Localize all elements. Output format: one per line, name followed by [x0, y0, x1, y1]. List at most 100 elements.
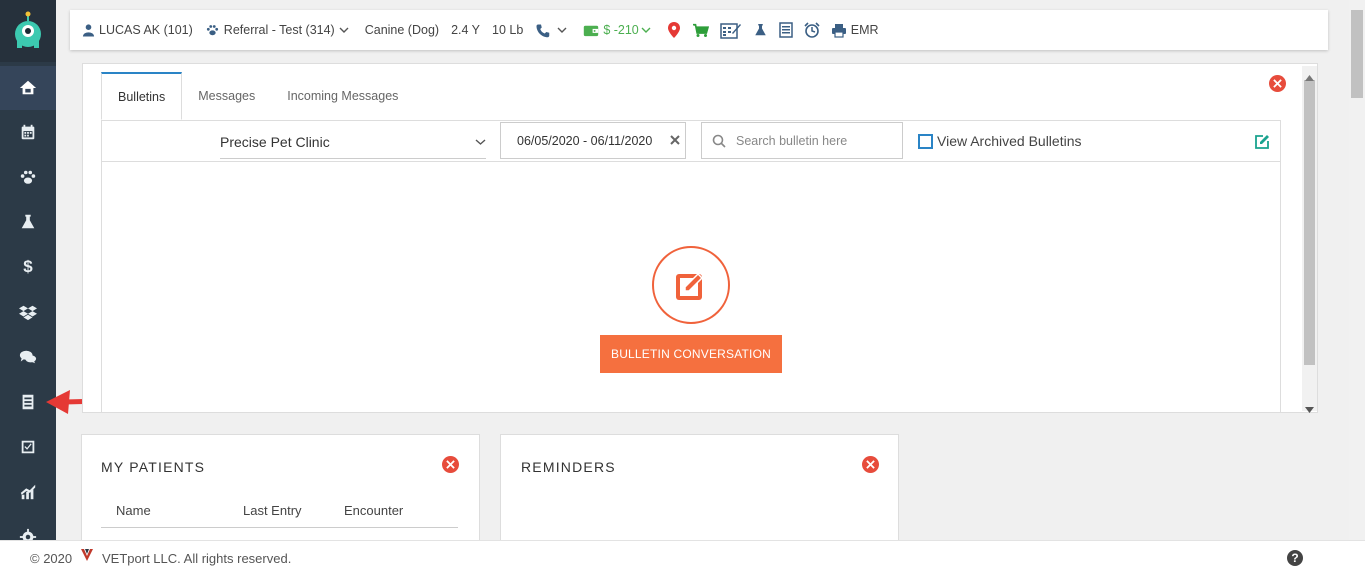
- help-icon[interactable]: ?: [1287, 550, 1303, 566]
- dollar-icon: $: [23, 257, 33, 276]
- clinic-select[interactable]: Precise Pet Clinic: [220, 126, 486, 159]
- clinic-select-value: Precise Pet Clinic: [220, 134, 330, 150]
- checkbox-box[interactable]: [918, 133, 933, 149]
- column-header-last-entry[interactable]: Last Entry: [243, 503, 302, 518]
- user-icon: [82, 24, 95, 37]
- sidebar-item-home[interactable]: [0, 66, 56, 110]
- reminder-button[interactable]: [804, 22, 820, 38]
- chat-icon: [19, 350, 37, 364]
- document-icon: [22, 394, 34, 410]
- archived-label: View Archived Bulletins: [937, 133, 1082, 149]
- bulletin-tabs: Bulletins Messages Incoming Messages: [101, 72, 414, 120]
- age-label: 2.4 Y: [451, 23, 481, 37]
- close-icon: [670, 135, 680, 145]
- balance-dropdown[interactable]: $ -210: [583, 23, 654, 37]
- wallet-icon: [584, 25, 599, 36]
- close-reminders-button[interactable]: [862, 456, 879, 473]
- caret-up-icon: [1305, 75, 1314, 81]
- checkbox-icon: [21, 440, 35, 454]
- search-icon: [712, 134, 726, 148]
- footer: © 2020 VETport LLC. All rights reserved.…: [0, 540, 1365, 576]
- home-icon: [19, 80, 37, 95]
- sidebar-item-inventory[interactable]: [0, 290, 56, 334]
- patient-name-label: LUCAS AK (101): [99, 23, 193, 37]
- panel-scrollbar-thumb[interactable]: [1304, 80, 1315, 365]
- sidebar-item-calendar[interactable]: [0, 110, 56, 154]
- patient-name[interactable]: LUCAS AK (101): [82, 23, 193, 37]
- close-bulletin-panel-button[interactable]: [1269, 75, 1286, 92]
- edit-icon: [676, 272, 704, 300]
- cart-button[interactable]: [692, 23, 709, 38]
- my-patients-title: MY PATIENTS: [101, 459, 206, 475]
- search-input[interactable]: [734, 132, 888, 149]
- close-icon: [446, 460, 455, 469]
- copyright-year: © 2020: [30, 551, 73, 566]
- dropbox-icon: [19, 305, 37, 321]
- edit-icon: [1255, 135, 1269, 149]
- caret-down-icon: [1305, 407, 1314, 413]
- date-range-value: 06/05/2020 - 06/11/2020: [517, 133, 653, 148]
- chart-icon: [20, 484, 36, 500]
- printer-icon: [831, 23, 846, 38]
- table-header-divider: [101, 527, 458, 528]
- monster-logo-icon: [15, 11, 41, 48]
- alarm-clock-icon: [804, 22, 820, 38]
- referral-dropdown[interactable]: Referral - Test (314): [205, 23, 353, 37]
- bulletin-empty-icon: [652, 246, 730, 324]
- new-bulletin-button[interactable]: [1254, 134, 1270, 155]
- calendar-icon: [21, 124, 35, 140]
- date-range-input[interactable]: 06/05/2020 - 06/11/2020: [500, 122, 686, 159]
- sidebar-item-patients[interactable]: [0, 155, 56, 199]
- patient-header-bar: LUCAS AK (101) Referral - Test (314) Can…: [70, 10, 1328, 50]
- phone-icon: [536, 24, 550, 37]
- my-patients-card: [81, 434, 480, 554]
- balance-label: $ -210: [603, 23, 639, 37]
- chevron-down-icon: [475, 139, 486, 145]
- chevron-down-icon: [641, 27, 651, 33]
- document-icon: [779, 22, 793, 38]
- location-button[interactable]: [667, 21, 681, 39]
- filter-divider: [101, 161, 1281, 162]
- calculator-icon: [720, 23, 741, 39]
- records-button[interactable]: [779, 22, 793, 38]
- column-header-encounter[interactable]: Encounter: [344, 503, 403, 518]
- view-archived-checkbox[interactable]: View Archived Bulletins: [918, 133, 1081, 149]
- tab-incoming-messages[interactable]: Incoming Messages: [271, 72, 414, 120]
- sidebar-item-tasks[interactable]: [0, 425, 56, 469]
- sidebar-item-billing[interactable]: $: [0, 245, 56, 289]
- emr-label: EMR: [850, 23, 879, 37]
- clear-date-button[interactable]: [670, 132, 680, 150]
- vetport-logo-icon: [81, 549, 93, 561]
- column-header-name[interactable]: Name: [116, 503, 151, 518]
- sidebar-item-reports[interactable]: [0, 470, 56, 514]
- chevron-down-icon: [339, 27, 349, 33]
- app-logo[interactable]: [0, 0, 56, 62]
- scroll-up-arrow[interactable]: [1305, 68, 1314, 86]
- close-icon: [1273, 79, 1282, 88]
- bulletin-conversation-button[interactable]: BULLETIN CONVERSATION: [600, 335, 782, 373]
- cart-icon: [692, 23, 709, 37]
- species-label: Canine (Dog): [364, 23, 440, 37]
- sidebar-item-lab[interactable]: [0, 200, 56, 244]
- copyright-text: VETport LLC. All rights reserved.: [102, 551, 292, 566]
- paw-icon: [20, 170, 36, 184]
- bulletin-search: [701, 122, 903, 159]
- weight-label: 10 Lb: [492, 23, 524, 37]
- reminders-card: [500, 434, 899, 554]
- lab-button[interactable]: [753, 22, 768, 38]
- page-scrollbar-thumb[interactable]: [1351, 10, 1363, 98]
- emr-print-button[interactable]: EMR: [831, 23, 879, 38]
- sidebar-item-messages[interactable]: [0, 335, 56, 379]
- reminders-title: REMINDERS: [521, 459, 616, 475]
- flask-icon: [21, 214, 35, 229]
- close-my-patients-button[interactable]: [442, 456, 459, 473]
- phone-dropdown[interactable]: [535, 23, 571, 38]
- flask-icon: [755, 24, 766, 36]
- estimate-button[interactable]: [720, 21, 742, 39]
- referral-label: Referral - Test (314): [223, 23, 335, 37]
- paw-icon: [206, 25, 218, 36]
- scroll-down-arrow[interactable]: [1305, 400, 1314, 418]
- tab-bulletins[interactable]: Bulletins: [101, 72, 183, 120]
- tab-messages[interactable]: Messages: [182, 72, 271, 120]
- chevron-down-icon: [557, 27, 567, 33]
